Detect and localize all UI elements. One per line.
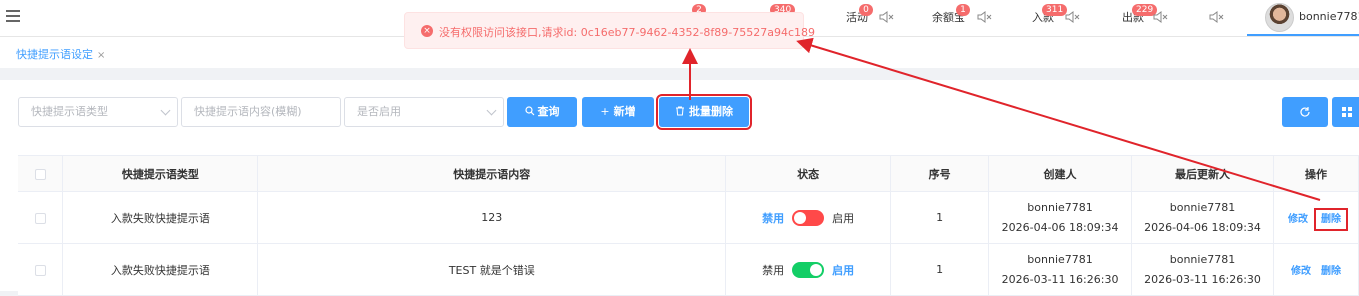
cell-type: 入款失败快捷提示语	[62, 191, 259, 244]
header-updater: 最后更新人	[1131, 155, 1274, 192]
sound-mute-icon[interactable]	[1064, 10, 1080, 24]
header-order: 序号	[890, 155, 990, 192]
chevron-down-icon	[160, 105, 171, 116]
updated-at: 2026-03-11 16:26:30	[1144, 272, 1261, 286]
status-toggle[interactable]	[792, 209, 825, 226]
edit-link[interactable]: 修改	[1288, 214, 1308, 225]
type-select[interactable]: 快捷提示语类型	[18, 97, 178, 127]
username: bonnie7781	[1299, 10, 1359, 23]
cell-actions: 修改 删除	[1273, 191, 1359, 244]
menu-toggle-icon[interactable]	[6, 10, 20, 22]
plus-icon: +	[600, 105, 610, 118]
trash-icon	[676, 106, 684, 116]
header-type: 快捷提示语类型	[62, 155, 259, 192]
status-disable-label: 禁用	[762, 211, 785, 225]
refresh-icon	[1300, 107, 1310, 117]
sound-mute-icon[interactable]	[1152, 10, 1168, 24]
header-creator: 创建人	[988, 155, 1133, 192]
header-actions: 操作	[1273, 155, 1359, 192]
updater-name: bonnie7781	[1169, 252, 1236, 266]
error-icon: ×	[421, 25, 433, 37]
quick-reply-table: 快捷提示语类型 快捷提示语内容 状态 序号 创建人 最后更新人 操作 入款失败快…	[18, 155, 1359, 296]
cell-order: 1	[890, 191, 990, 244]
cell-actions: 修改 删除	[1273, 243, 1359, 296]
cell-type: 入款失败快捷提示语	[62, 243, 259, 296]
search-icon	[524, 106, 534, 116]
grid-icon	[1342, 107, 1352, 117]
status-enable-label: 启用	[832, 211, 855, 225]
batch-delete-button[interactable]: 批量删除	[656, 94, 752, 130]
toast-message: 没有权限访问该接口,请求id: 0c16eb77-9462-4352-8f89-…	[439, 26, 816, 39]
nav-item-deposit[interactable]: 入款 311	[1032, 4, 1068, 26]
delete-link[interactable]: 删除	[1313, 208, 1348, 231]
row-checkbox[interactable]	[34, 212, 46, 224]
user-menu[interactable]: bonnie7781	[1247, 0, 1359, 36]
avatar	[1265, 3, 1294, 32]
content-input[interactable]: 快捷提示语内容(模糊)	[181, 97, 341, 127]
header-status: 状态	[725, 155, 892, 192]
cell-creator: bonnie7781 2026-04-06 18:09:34	[988, 191, 1133, 244]
cell-updater: bonnie7781 2026-03-11 16:26:30	[1131, 243, 1274, 296]
row-select-cell[interactable]	[18, 191, 64, 244]
nav-badge: 0	[859, 4, 873, 16]
columns-button[interactable]	[1332, 97, 1359, 127]
status-disable-label: 禁用	[762, 263, 785, 277]
table-row: 入款失败快捷提示语 TEST 就是个错误 禁用 启用 1 bonnie7781 …	[18, 243, 1359, 296]
created-at: 2026-03-11 16:26:30	[1001, 272, 1119, 286]
tab-label: 快捷提示语设定	[16, 48, 93, 61]
nav-item-withdraw[interactable]: 出款 229	[1122, 4, 1158, 26]
cell-content: 123	[257, 191, 727, 244]
query-button[interactable]: 查询	[507, 97, 577, 127]
cell-order: 1	[890, 243, 990, 296]
nav-badge: 1	[956, 4, 970, 16]
tab-quick-reply-settings[interactable]: 快捷提示语设定 ×	[16, 46, 105, 62]
status-enable-label: 启用	[832, 263, 855, 277]
content-input-placeholder: 快捷提示语内容(模糊)	[194, 105, 302, 118]
error-toast: × 没有权限访问该接口,请求id: 0c16eb77-9462-4352-8f8…	[404, 12, 815, 49]
updater-name: bonnie7781	[1169, 200, 1236, 214]
sound-mute-icon[interactable]	[976, 10, 992, 24]
row-select-cell[interactable]	[18, 243, 64, 296]
created-at: 2026-04-06 18:09:34	[1001, 220, 1119, 234]
select-all-cell[interactable]	[18, 155, 64, 192]
nav-item-yuebao[interactable]: 余额宝 1	[932, 4, 970, 26]
cell-status: 禁用 启用	[725, 191, 892, 244]
select-all-checkbox[interactable]	[34, 168, 46, 180]
nav-item-activity[interactable]: 活动 0	[846, 4, 873, 26]
batch-delete-button-label: 批量删除	[689, 105, 733, 118]
cell-content: TEST 就是个错误	[257, 243, 727, 296]
sound-mute-icon[interactable]	[878, 10, 894, 24]
updated-at: 2026-04-06 18:09:34	[1144, 220, 1261, 234]
table-header-row: 快捷提示语类型 快捷提示语内容 状态 序号 创建人 最后更新人 操作	[18, 155, 1359, 192]
creator-name: bonnie7781	[1027, 252, 1093, 266]
table-row: 入款失败快捷提示语 123 禁用 启用 1 bonnie7781 2026-04…	[18, 191, 1359, 244]
edit-link[interactable]: 修改	[1291, 266, 1311, 277]
cell-status: 禁用 启用	[725, 243, 892, 296]
header-content: 快捷提示语内容	[257, 155, 727, 192]
add-button[interactable]: + 新增	[582, 97, 654, 127]
enabled-select-placeholder: 是否启用	[357, 105, 401, 118]
creator-name: bonnie7781	[1027, 200, 1093, 214]
enabled-select[interactable]: 是否启用	[344, 97, 504, 127]
delete-link[interactable]: 删除	[1321, 266, 1341, 277]
refresh-button[interactable]	[1282, 97, 1328, 127]
row-checkbox[interactable]	[34, 264, 46, 276]
chevron-down-icon	[486, 105, 497, 116]
sound-mute-icon[interactable]	[1208, 10, 1224, 24]
cell-updater: bonnie7781 2026-04-06 18:09:34	[1131, 191, 1274, 244]
cell-creator: bonnie7781 2026-03-11 16:26:30	[988, 243, 1133, 296]
query-button-label: 查询	[537, 105, 560, 118]
type-select-placeholder: 快捷提示语类型	[31, 105, 108, 118]
status-toggle[interactable]	[792, 261, 825, 278]
add-button-label: 新增	[613, 105, 636, 118]
close-icon[interactable]: ×	[97, 50, 105, 61]
